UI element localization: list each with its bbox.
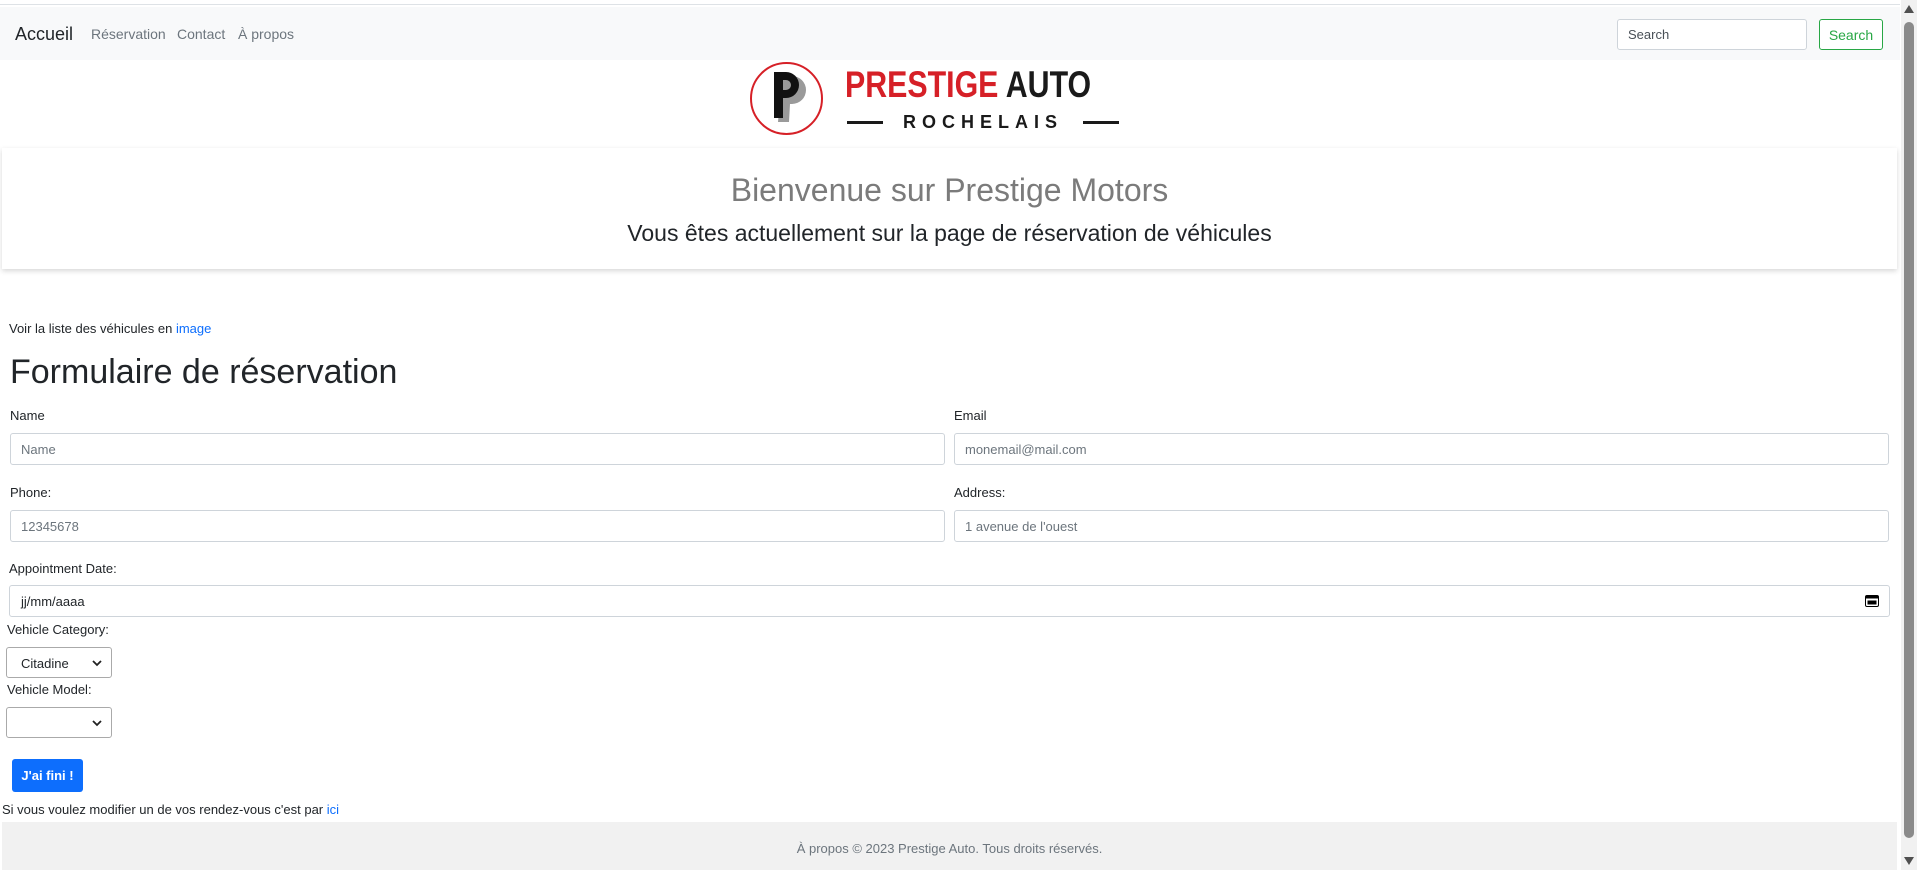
submit-button[interactable]: J'ai fini ! bbox=[12, 759, 83, 792]
form-title: Formulaire de réservation bbox=[10, 353, 398, 391]
address-input[interactable] bbox=[954, 510, 1889, 542]
footer-text: À propos © 2023 Prestige Auto. Tous droi… bbox=[796, 841, 1103, 856]
vehicle-category-select[interactable]: Citadine bbox=[6, 647, 112, 678]
scroll-thumb[interactable] bbox=[1904, 22, 1914, 838]
name-input[interactable] bbox=[10, 433, 945, 465]
address-label: Address: bbox=[954, 485, 1006, 500]
nav-link-a-propos[interactable]: À propos bbox=[238, 26, 294, 42]
footer: À propos © 2023 Prestige Auto. Tous droi… bbox=[2, 822, 1897, 870]
modify-appointment-link[interactable]: ici bbox=[327, 802, 339, 817]
nav-brand-accueil[interactable]: Accueil bbox=[15, 24, 73, 45]
scroll-down-arrow-icon[interactable] bbox=[1904, 857, 1914, 865]
phone-input[interactable] bbox=[10, 510, 945, 542]
calendar-icon[interactable] bbox=[1865, 594, 1879, 607]
welcome-title: Bienvenue sur Prestige Motors bbox=[730, 172, 1169, 208]
nav-link-reservation[interactable]: Réservation bbox=[91, 26, 166, 42]
brand-logo: PRESTIGE AUTO ROCHELAIS bbox=[750, 62, 1120, 138]
logo-word-auto: AUTO bbox=[1005, 64, 1092, 105]
vehicle-model-select[interactable] bbox=[6, 707, 112, 738]
modify-prefix: Si vous voulez modifier un de vos rendez… bbox=[2, 802, 324, 817]
appointment-date-input[interactable]: jj/mm/aaaa bbox=[9, 585, 1890, 617]
vehicles-list-text: Voir la liste des véhicules en image bbox=[9, 321, 211, 336]
chevron-down-icon bbox=[92, 660, 102, 667]
logo-word-prestige: PRESTIGE bbox=[845, 64, 999, 105]
search-button[interactable]: Search bbox=[1819, 19, 1883, 50]
modify-appointment-text: Si vous voulez modifier un de vos rendez… bbox=[2, 802, 339, 817]
logo-subline: ROCHELAIS bbox=[847, 110, 1119, 132]
top-border bbox=[0, 4, 1900, 5]
welcome-subtitle: Vous êtes actuellement sur la page de ré… bbox=[627, 220, 1272, 246]
logo-dash-left bbox=[847, 121, 883, 124]
category-selected-value: Citadine bbox=[21, 656, 69, 671]
email-input[interactable] bbox=[954, 433, 1889, 465]
logo-word-rochelais: ROCHELAIS bbox=[902, 112, 1063, 132]
search-input[interactable] bbox=[1617, 19, 1807, 50]
phone-label: Phone: bbox=[10, 485, 52, 500]
vehicles-image-link[interactable]: image bbox=[176, 321, 211, 336]
model-label: Vehicle Model: bbox=[7, 682, 92, 697]
navbar: Accueil Réservation Contact À propos Sea… bbox=[0, 7, 1900, 60]
date-label: Appointment Date: bbox=[9, 561, 117, 576]
page-scrollbar[interactable] bbox=[1901, 0, 1917, 870]
email-label: Email bbox=[954, 408, 987, 423]
nav-link-contact[interactable]: Contact bbox=[177, 26, 225, 42]
welcome-card: Bienvenue sur Prestige Motors Vous êtes … bbox=[2, 148, 1897, 269]
name-label: Name bbox=[10, 408, 45, 423]
date-placeholder: jj/mm/aaaa bbox=[21, 594, 85, 609]
scroll-up-arrow-icon[interactable] bbox=[1904, 5, 1914, 13]
logo-emblem bbox=[750, 62, 823, 135]
vehicles-list-prefix: Voir la liste des véhicules en bbox=[9, 321, 173, 336]
category-label: Vehicle Category: bbox=[7, 622, 109, 637]
logo-dash-right bbox=[1083, 121, 1119, 124]
chevron-down-icon bbox=[92, 720, 102, 727]
logo-wordmark: PRESTIGE AUTO bbox=[845, 66, 1091, 103]
